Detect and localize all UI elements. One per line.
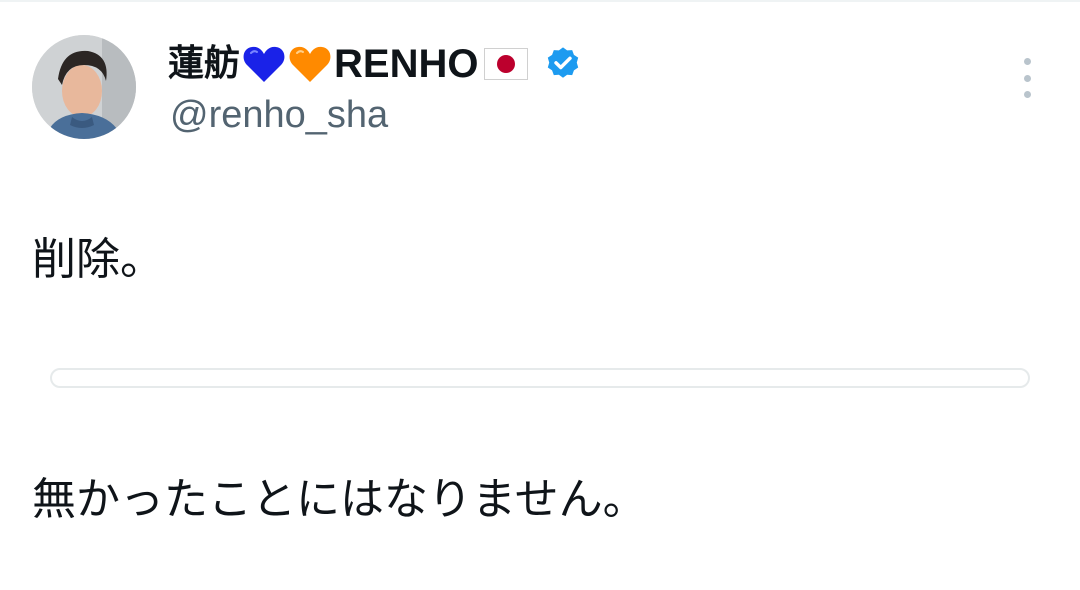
tweet[interactable]: 蓮舫 RENHO @renho_sha 削除。 無かったことにはなりません。 (0, 0, 1080, 525)
embedded-card-edge[interactable] (50, 368, 1030, 388)
orange-heart-icon (288, 44, 332, 84)
blue-heart-icon (242, 44, 286, 84)
verified-badge-icon[interactable] (544, 45, 582, 83)
more-options-icon[interactable] (1012, 58, 1042, 98)
display-name-kanji: 蓮舫 (168, 43, 241, 84)
display-name[interactable]: 蓮舫 RENHO (168, 38, 529, 90)
tweet-text-line: 削除。 (32, 234, 164, 285)
display-name-latin: RENHO (334, 42, 479, 86)
avatar[interactable] (32, 35, 136, 139)
tweet-text-line: 無かったことにはなりません。 (32, 474, 647, 525)
author-handle[interactable]: @renho_sha (170, 92, 388, 138)
author-header: 蓮舫 RENHO (168, 38, 582, 90)
japan-flag-icon (484, 48, 529, 80)
